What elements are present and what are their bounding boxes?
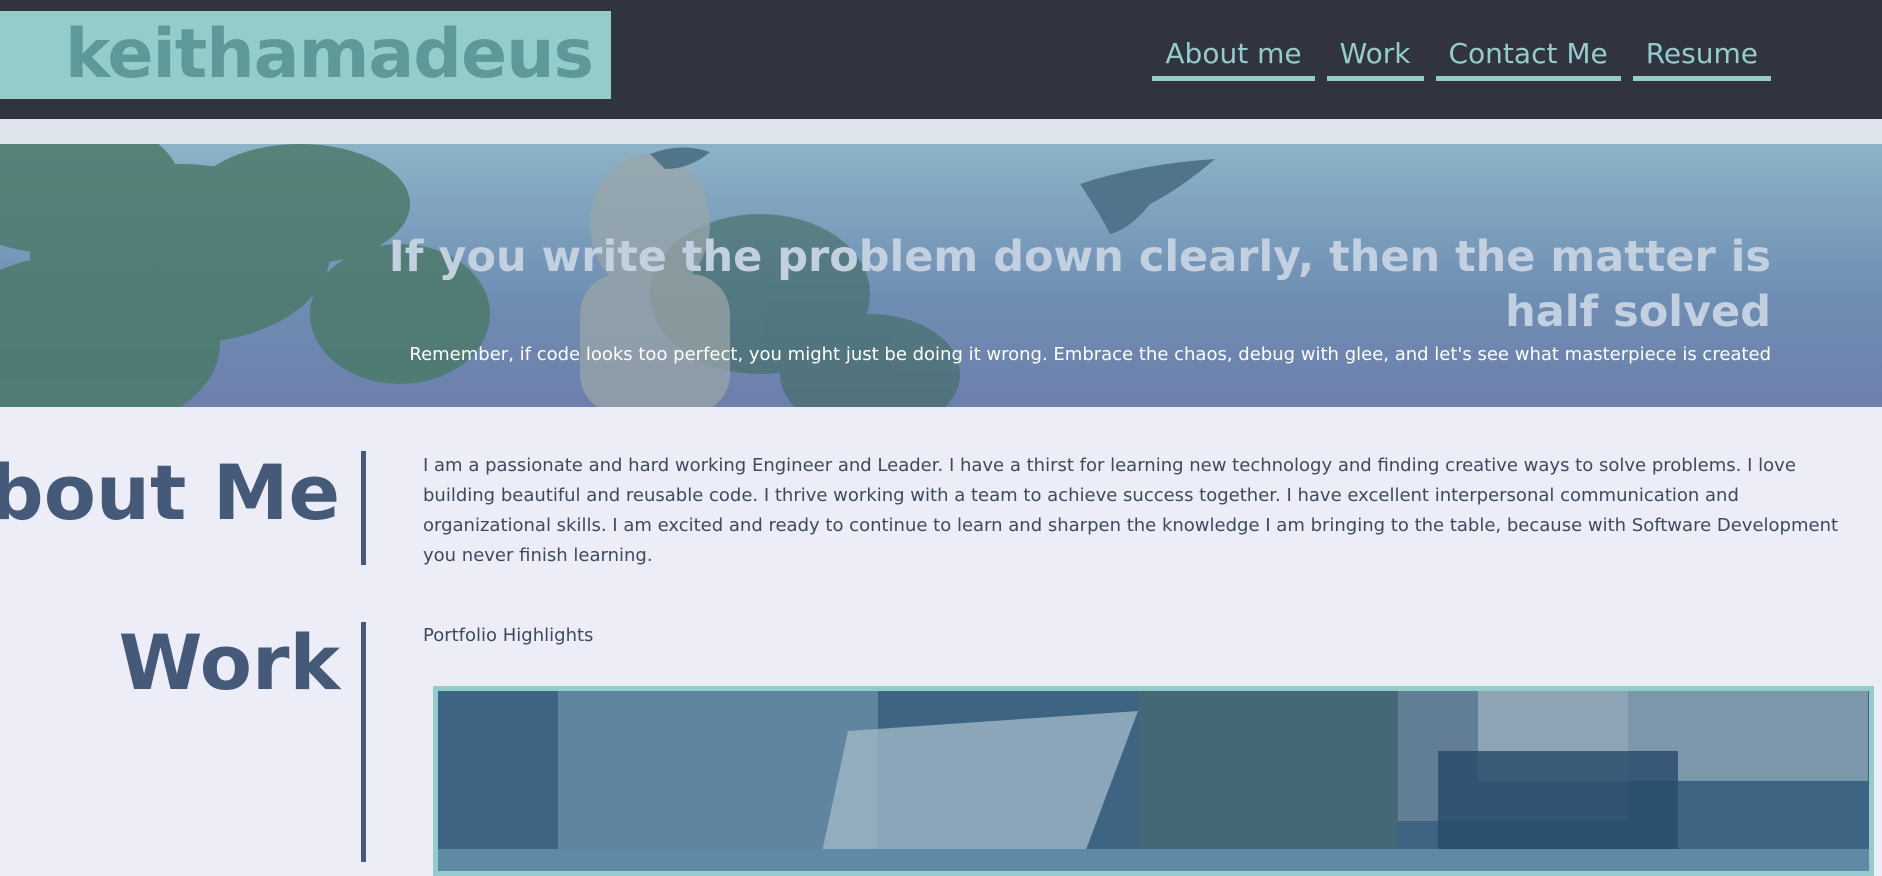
nav-contact-me[interactable]: Contact Me <box>1435 38 1621 81</box>
nav-work[interactable]: Work <box>1326 38 1424 81</box>
about-text: I am a passionate and hard working Engin… <box>423 455 1839 566</box>
hero-banner: If you write the problem down clearly, t… <box>0 144 1882 407</box>
logo-text[interactable]: keithamadeus <box>65 21 594 89</box>
nav-about-me[interactable]: About me <box>1152 38 1315 81</box>
hero-quote: If you write the problem down clearly, t… <box>388 232 1771 337</box>
work-divider <box>361 622 366 862</box>
main-nav: About me Work Contact Me Resume <box>1152 38 1771 81</box>
header-subbar <box>0 119 1882 144</box>
logo[interactable]: keithamadeus <box>0 11 611 99</box>
nav-resume[interactable]: Resume <box>1632 38 1771 81</box>
about-heading: About Me <box>0 448 340 537</box>
portfolio-image[interactable] <box>433 686 1874 876</box>
about-divider <box>361 451 366 565</box>
work-heading: Work <box>118 618 340 707</box>
hero-subtext: Remember, if code looks too perfect, you… <box>409 344 1771 365</box>
portfolio-highlights-label: Portfolio Highlights <box>423 625 594 646</box>
portfolio-photo-graphic <box>438 691 1869 871</box>
site-header: keithamadeus About me Work Contact Me Re… <box>0 0 1882 119</box>
